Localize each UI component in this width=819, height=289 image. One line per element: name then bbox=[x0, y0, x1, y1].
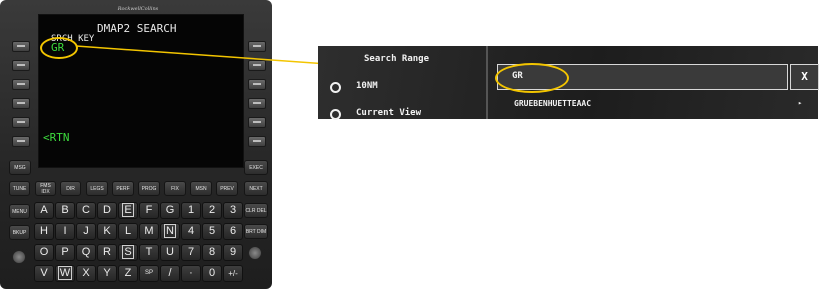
radio-current-view[interactable] bbox=[330, 109, 341, 120]
clear-search-button[interactable]: X bbox=[790, 64, 819, 90]
callout-connector-line bbox=[75, 45, 497, 77]
radio-10nm[interactable] bbox=[330, 82, 341, 93]
panel-divider bbox=[486, 46, 488, 119]
radio-current-view-label: Current View bbox=[356, 108, 422, 118]
result-arrow-icon[interactable]: ▸ bbox=[798, 99, 802, 107]
callout-oval-panel bbox=[495, 63, 569, 93]
radio-10nm-label: 10NM bbox=[356, 81, 378, 91]
search-result-item[interactable]: GRUEBENHUETTEAAC bbox=[514, 99, 591, 108]
search-range-label: Search Range bbox=[364, 54, 430, 64]
